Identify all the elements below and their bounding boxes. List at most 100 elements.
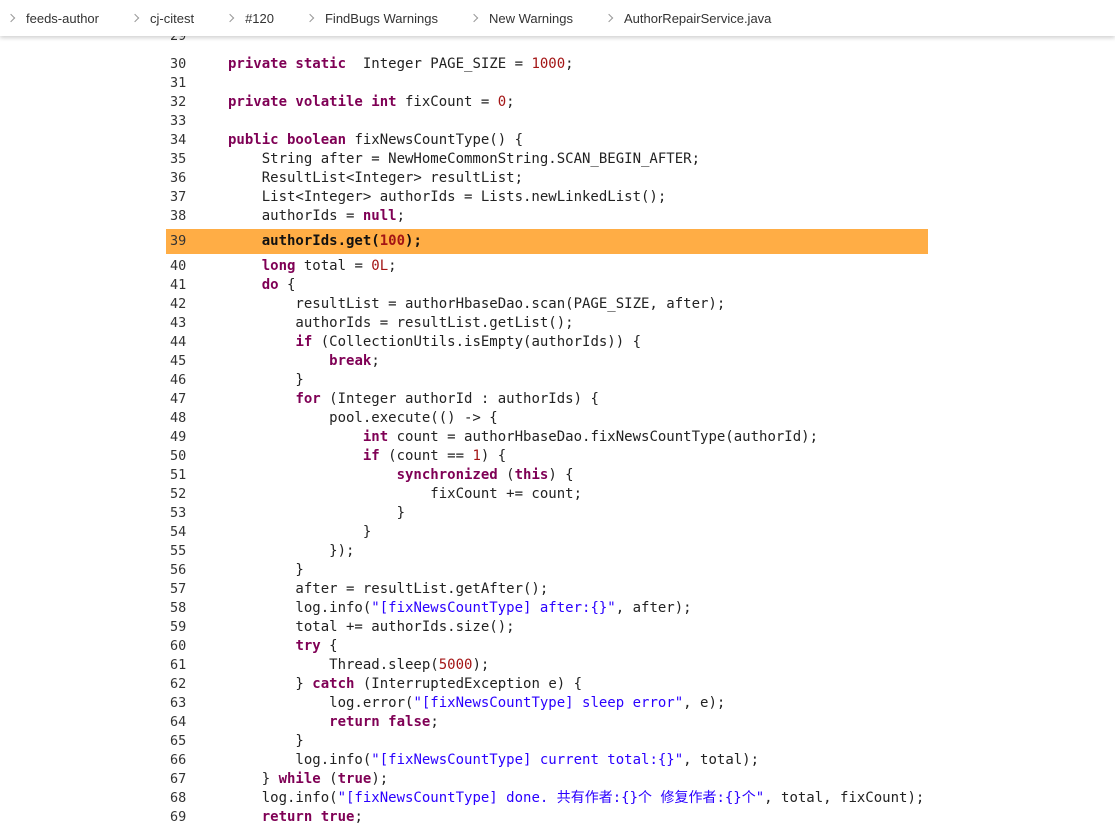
- code-token: List<Integer> authorIds = Lists.newLinke…: [228, 189, 667, 205]
- code-line: 49 int count = authorHbaseDao.fixNewsCou…: [166, 428, 928, 447]
- chevron-right-icon: [469, 13, 479, 23]
- chevron-right-icon: [604, 13, 614, 23]
- line-number: 64: [170, 714, 187, 730]
- line-source: try {: [228, 637, 338, 656]
- string-token: "[fixNewsCountType] current total:{}": [371, 752, 684, 768]
- line-source: });: [228, 542, 354, 561]
- line-number: 67: [170, 771, 187, 787]
- code-line: 36 ResultList<Integer> resultList;: [166, 169, 928, 188]
- line-number: 49: [170, 429, 187, 445]
- line-source: log.info("[fixNewsCountType] after:{}", …: [228, 599, 691, 618]
- code-token: log.info(: [228, 752, 372, 768]
- code-line: 69 return true;: [166, 808, 928, 827]
- code-line: 50 if (count == 1) {: [166, 447, 928, 466]
- chevron-right-icon: [305, 13, 315, 23]
- breadcrumb-label: New Warnings: [488, 10, 573, 26]
- line-number: 60: [170, 638, 187, 654]
- code-token: ;: [506, 94, 515, 110]
- code-line: 57 after = resultList.getAfter();: [166, 580, 928, 599]
- breadcrumb-label: #120: [245, 10, 274, 26]
- number-token: 5000: [438, 657, 473, 673]
- keyword-token: true: [337, 771, 372, 787]
- code-token: ) {: [548, 467, 574, 483]
- code-line: 58 log.info("[fixNewsCountType] after:{}…: [166, 599, 928, 618]
- code-token: ;: [430, 714, 439, 730]
- breadcrumb-item-file[interactable]: AuthorRepairService.java: [595, 0, 793, 36]
- code-token: {: [278, 277, 296, 293]
- line-number: 38: [170, 208, 187, 224]
- code-token: {: [320, 638, 338, 654]
- line-number: 65: [170, 733, 187, 749]
- line-number: 33: [170, 113, 187, 129]
- code-token: resultList = authorHbaseDao.scan(PAGE_SI…: [228, 296, 726, 312]
- code-token: Thread.sleep(: [228, 657, 439, 673]
- line-source: do {: [228, 276, 296, 295]
- code-token: ;: [354, 809, 363, 825]
- code-token: , e);: [683, 695, 726, 711]
- breadcrumb-item-findbugs[interactable]: FindBugs Warnings: [296, 0, 460, 36]
- breadcrumb-label: FindBugs Warnings: [324, 10, 438, 26]
- line-source: String after = NewHomeCommonString.SCAN_…: [228, 150, 700, 169]
- code-token: String after = NewHomeCommonString.SCAN_…: [228, 151, 701, 167]
- code-line: 32 private volatile int fixCount = 0;: [166, 93, 928, 112]
- line-number: 40: [170, 258, 187, 274]
- line-source: private static Integer PAGE_SIZE = 1000;: [228, 55, 574, 74]
- code-line: 67 } while (true);: [166, 770, 928, 789]
- line-number: 48: [170, 410, 187, 426]
- line-source: log.error("[fixNewsCountType] sleep erro…: [228, 694, 725, 713]
- number-token: 1000: [531, 56, 566, 72]
- code-token: authorIds.get(: [228, 233, 380, 249]
- code-token: log.error(: [228, 695, 414, 711]
- breadcrumb-item-job[interactable]: cj-citest: [121, 0, 216, 36]
- number-token: 0L: [371, 258, 389, 274]
- line-number: 34: [170, 132, 187, 148]
- code-token: ;: [565, 56, 574, 72]
- breadcrumb-item-new-warnings[interactable]: New Warnings: [460, 0, 595, 36]
- code-line: 64 return false;: [166, 713, 928, 732]
- keyword-token: break: [329, 353, 372, 369]
- line-number: 63: [170, 695, 187, 711]
- line-source: }: [228, 561, 304, 580]
- breadcrumb-item-build[interactable]: #120: [216, 0, 296, 36]
- breadcrumb-item-project[interactable]: feeds-author: [0, 0, 121, 36]
- keyword-token: this: [514, 467, 549, 483]
- keyword-token: long: [261, 258, 296, 274]
- line-source: synchronized (this) {: [228, 466, 574, 485]
- code-line: 38 authorIds = null;: [166, 207, 928, 226]
- code-token: log.info(: [228, 790, 338, 806]
- code-token: count = authorHbaseDao.fixNewsCountType(…: [388, 429, 819, 445]
- code-token: fixNewsCountType() {: [346, 132, 524, 148]
- line-number: 55: [170, 543, 187, 559]
- code-line: 46 }: [166, 371, 928, 390]
- code-line: 45 break;: [166, 352, 928, 371]
- keyword-token: try: [295, 638, 321, 654]
- line-number: 54: [170, 524, 187, 540]
- code-line: 42 resultList = authorHbaseDao.scan(PAGE…: [166, 295, 928, 314]
- line-number: 66: [170, 752, 187, 768]
- line-source: for (Integer authorId : authorIds) {: [228, 390, 598, 409]
- keyword-token: int: [362, 429, 389, 445]
- code-line: 61 Thread.sleep(5000);: [166, 656, 928, 675]
- code-line: 55 });: [166, 542, 928, 561]
- keyword-token: catch: [312, 676, 355, 692]
- line-number: 42: [170, 296, 187, 312]
- line-number: 57: [170, 581, 187, 597]
- chevron-right-icon: [130, 13, 140, 23]
- line-source: if (count == 1) {: [228, 447, 506, 466]
- line-source: public boolean fixNewsCountType() {: [228, 131, 523, 150]
- chevron-right-icon: [225, 13, 235, 23]
- line-source: return false;: [228, 713, 439, 732]
- string-token: "[fixNewsCountType] after:{}": [371, 600, 616, 616]
- number-token: 0: [497, 94, 507, 110]
- code-line: 31: [166, 74, 928, 93]
- code-line: 65 }: [166, 732, 928, 751]
- code-token: }: [228, 562, 304, 578]
- keyword-token: if: [295, 334, 313, 350]
- keyword-token: do: [261, 277, 279, 293]
- breadcrumb-label: cj-citest: [150, 10, 195, 26]
- code-token: authorIds =: [228, 208, 363, 224]
- line-number: 62: [170, 676, 187, 692]
- code-line: 43 authorIds = resultList.getList();: [166, 314, 928, 333]
